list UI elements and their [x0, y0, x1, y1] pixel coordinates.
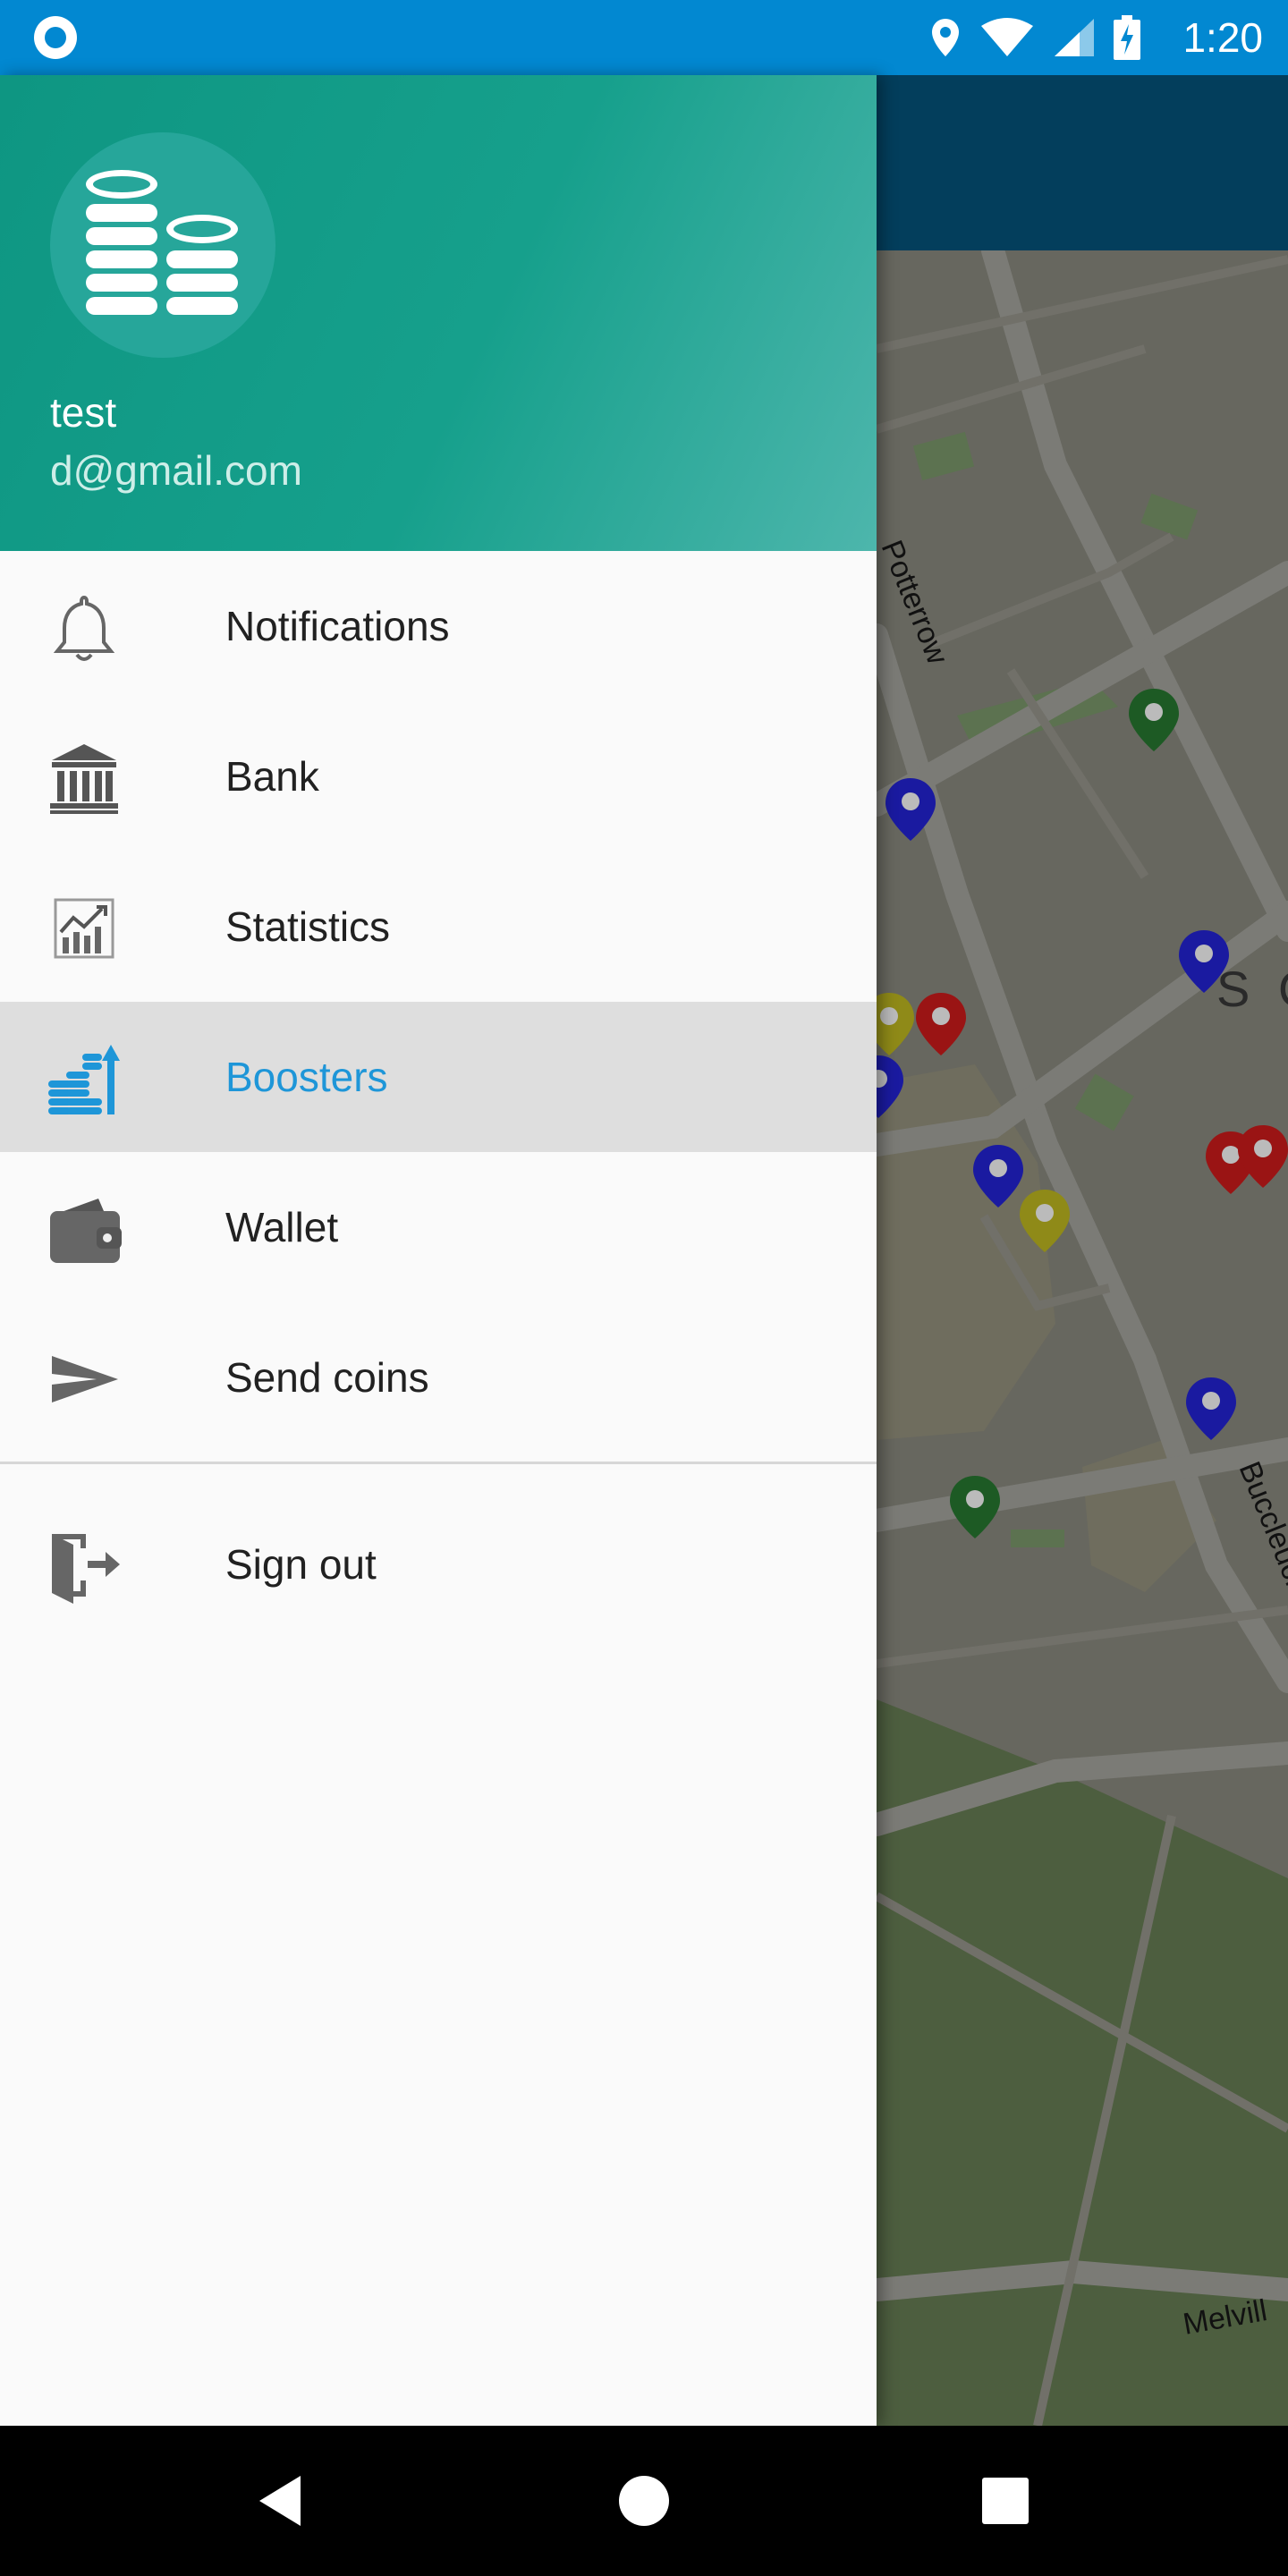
- bank-icon: [50, 744, 118, 814]
- avatar[interactable]: [50, 132, 275, 358]
- menu-label: Statistics: [225, 903, 391, 950]
- drawer-header: test d@gmail.com: [0, 75, 877, 551]
- status-time: 1:20: [1182, 14, 1263, 61]
- send-icon: [52, 1356, 118, 1402]
- menu-item-statistics[interactable]: Statistics: [0, 852, 877, 1002]
- status-icons: [929, 14, 1140, 61]
- home-icon[interactable]: [606, 2463, 682, 2538]
- menu-item-wallet[interactable]: Wallet: [0, 1152, 877, 1302]
- coins-booster-icon: [48, 1045, 120, 1114]
- location-icon: [932, 19, 959, 56]
- wallet-icon: [50, 1199, 122, 1263]
- drawer-menu: Notifications Bank Statistics Boosters W…: [0, 551, 877, 1629]
- menu-label: Send coins: [225, 1354, 429, 1401]
- map-canvas[interactable]: Potterrow Buccleuch Melvill S C: [877, 250, 1288, 2426]
- menu-label: Wallet: [225, 1204, 339, 1250]
- menu-label: Boosters: [225, 1054, 388, 1100]
- wifi-icon: [981, 18, 1033, 56]
- menu-label: Sign out: [225, 1541, 377, 1588]
- sync-indicator-icon: [34, 16, 77, 59]
- menu-item-send-coins[interactable]: Send coins: [0, 1302, 877, 1453]
- coins-logo-icon: [86, 170, 238, 315]
- menu-divider: [0, 1462, 877, 1464]
- menu-item-bank[interactable]: Bank: [0, 701, 877, 852]
- system-nav-bar: [0, 2426, 1288, 2576]
- district-label: S C: [1216, 961, 1288, 1017]
- map-view[interactable]: Potterrow Buccleuch Melvill S C: [877, 75, 1288, 2426]
- user-email: d@gmail.com: [50, 447, 302, 494]
- menu-item-sign-out[interactable]: Sign out: [0, 1504, 877, 1629]
- sign-out-icon: [52, 1534, 120, 1604]
- back-icon[interactable]: [242, 2463, 317, 2538]
- status-bar: 1:20: [0, 0, 1288, 75]
- battery-charging-icon: [1114, 15, 1140, 60]
- menu-item-notifications[interactable]: Notifications: [0, 551, 877, 701]
- bell-icon: [53, 595, 115, 661]
- navigation-drawer: test d@gmail.com Notifications Bank Stat…: [0, 75, 877, 2426]
- green-patch: [1011, 1530, 1064, 1547]
- chart-icon: [54, 898, 114, 959]
- app-bar: [877, 75, 1288, 250]
- menu-label: Notifications: [225, 603, 450, 649]
- recents-icon[interactable]: [968, 2463, 1043, 2538]
- signal-icon: [1055, 19, 1094, 56]
- menu-label: Bank: [225, 753, 319, 800]
- menu-item-boosters[interactable]: Boosters: [0, 1002, 877, 1152]
- user-name: test: [50, 389, 117, 436]
